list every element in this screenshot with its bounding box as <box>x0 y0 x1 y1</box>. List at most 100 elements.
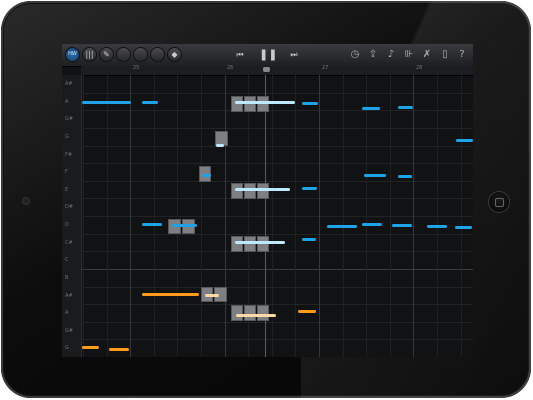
grid-row-line <box>81 216 473 217</box>
key-label: G <box>65 345 69 352</box>
note[interactable] <box>142 223 162 226</box>
key-label: E <box>65 186 69 193</box>
mixer-button[interactable]: ||| <box>82 47 97 62</box>
help-button[interactable]: ? <box>455 47 469 62</box>
key-label: C# <box>65 239 73 246</box>
grid-row-line <box>81 146 473 147</box>
note-block[interactable] <box>244 96 256 112</box>
key-label: F <box>65 169 68 176</box>
rewind-button[interactable]: ⏮ <box>232 47 248 62</box>
key-label: F# <box>65 151 73 158</box>
wrench-button[interactable]: ✗ <box>420 47 434 62</box>
grid-beat-line <box>130 75 131 357</box>
note[interactable] <box>427 225 447 228</box>
ipad-frame: HW ||| ✎ ◆ ⏮ ❚❚ ⏭ ◷ ⇪ ♪ ⊪ ✗ ▯? 25 26 27 28 A# A G# G F# F E D#… <box>1 1 531 398</box>
note[interactable] <box>362 107 380 110</box>
grid-beat-line <box>319 75 320 357</box>
home-button[interactable] <box>488 191 510 213</box>
note[interactable] <box>82 101 131 104</box>
note[interactable] <box>398 175 412 178</box>
note-block[interactable] <box>231 236 243 252</box>
grid-row-line <box>81 287 473 288</box>
grid-row-line <box>81 198 473 199</box>
note[interactable] <box>142 293 199 296</box>
grid-row-line <box>81 128 473 129</box>
ruler-bar-label: 26 <box>227 65 234 71</box>
note[interactable] <box>202 174 211 177</box>
note-block[interactable] <box>244 183 256 199</box>
note-block[interactable] <box>231 96 243 112</box>
grid-beat-line <box>177 75 178 357</box>
pencil-mode-button[interactable]: ✎ <box>99 47 114 62</box>
toolbar: HW ||| ✎ ◆ ⏮ ❚❚ ⏭ ◷ ⇪ ♪ ⊪ ✗ ▯? <box>62 44 473 67</box>
clock-button[interactable]: ◷ <box>348 47 362 62</box>
metronome-button[interactable]: ◆ <box>167 47 182 62</box>
note[interactable] <box>205 294 219 297</box>
piano-keys[interactable]: A# A G# G F# F E D# D C# C B A# A G# G <box>62 75 82 357</box>
note[interactable] <box>298 310 316 313</box>
grid-row-line <box>81 93 473 94</box>
grid-beat-line <box>461 75 462 357</box>
note-block[interactable] <box>244 305 256 321</box>
ruler-bar-label: 25 <box>133 65 140 71</box>
grid-beat-line <box>437 75 438 357</box>
note-block[interactable] <box>244 236 256 252</box>
note[interactable] <box>172 224 197 227</box>
ruler-bar-label: 28 <box>416 65 423 71</box>
grid-beat-line <box>295 75 296 357</box>
note-block[interactable] <box>257 305 269 321</box>
note[interactable] <box>82 346 99 349</box>
grid-beat-line <box>343 75 344 357</box>
note[interactable] <box>456 139 473 142</box>
grid-beat-line <box>201 75 202 357</box>
note[interactable] <box>398 106 413 109</box>
blank-button-3[interactable] <box>150 47 165 62</box>
grid-row-line <box>81 234 473 235</box>
note[interactable] <box>455 226 472 229</box>
note[interactable] <box>109 348 129 351</box>
grid-row-line <box>81 181 473 182</box>
note[interactable] <box>235 241 285 244</box>
note-button[interactable]: ♪ <box>384 47 398 62</box>
note-block[interactable] <box>231 183 243 199</box>
key-label: G# <box>65 116 74 123</box>
key-label: A# <box>65 292 73 299</box>
note-block[interactable] <box>257 236 269 252</box>
note[interactable] <box>364 174 386 177</box>
document-button[interactable]: ▯ <box>438 47 452 62</box>
key-label: A <box>65 98 69 105</box>
note-block[interactable] <box>257 183 269 199</box>
key-label: A <box>65 310 69 317</box>
note-grid[interactable] <box>81 75 473 357</box>
note[interactable] <box>302 187 317 190</box>
key-label: G# <box>65 327 74 334</box>
blank-button-1[interactable] <box>116 47 131 62</box>
pause-button[interactable]: ❚❚ <box>259 47 277 62</box>
note[interactable] <box>216 144 224 147</box>
note[interactable] <box>302 102 318 105</box>
grid-row-line <box>81 304 473 305</box>
grid-beat-line <box>390 75 391 357</box>
note[interactable] <box>392 224 412 227</box>
key-label: C <box>65 257 69 264</box>
note-block[interactable] <box>231 305 243 321</box>
key-label: D# <box>65 204 74 211</box>
fast-forward-button[interactable]: ⏭ <box>286 47 302 62</box>
note[interactable] <box>235 188 290 191</box>
key-label: G <box>65 133 69 140</box>
note[interactable] <box>235 101 295 104</box>
note-block[interactable] <box>257 96 269 112</box>
note[interactable] <box>362 223 382 226</box>
front-camera <box>22 197 30 205</box>
ruler-bar-label: 27 <box>322 65 329 71</box>
view-mode-button[interactable]: HW <box>65 47 80 62</box>
note[interactable] <box>142 101 158 104</box>
note[interactable] <box>236 314 276 317</box>
blank-button-2[interactable] <box>133 47 148 62</box>
mixer-sliders-button[interactable]: ⊪ <box>402 47 416 62</box>
note[interactable] <box>327 225 357 228</box>
share-button[interactable]: ⇪ <box>366 47 380 62</box>
playhead-handle[interactable] <box>263 67 270 72</box>
note[interactable] <box>302 238 316 241</box>
key-label: D <box>65 222 69 228</box>
